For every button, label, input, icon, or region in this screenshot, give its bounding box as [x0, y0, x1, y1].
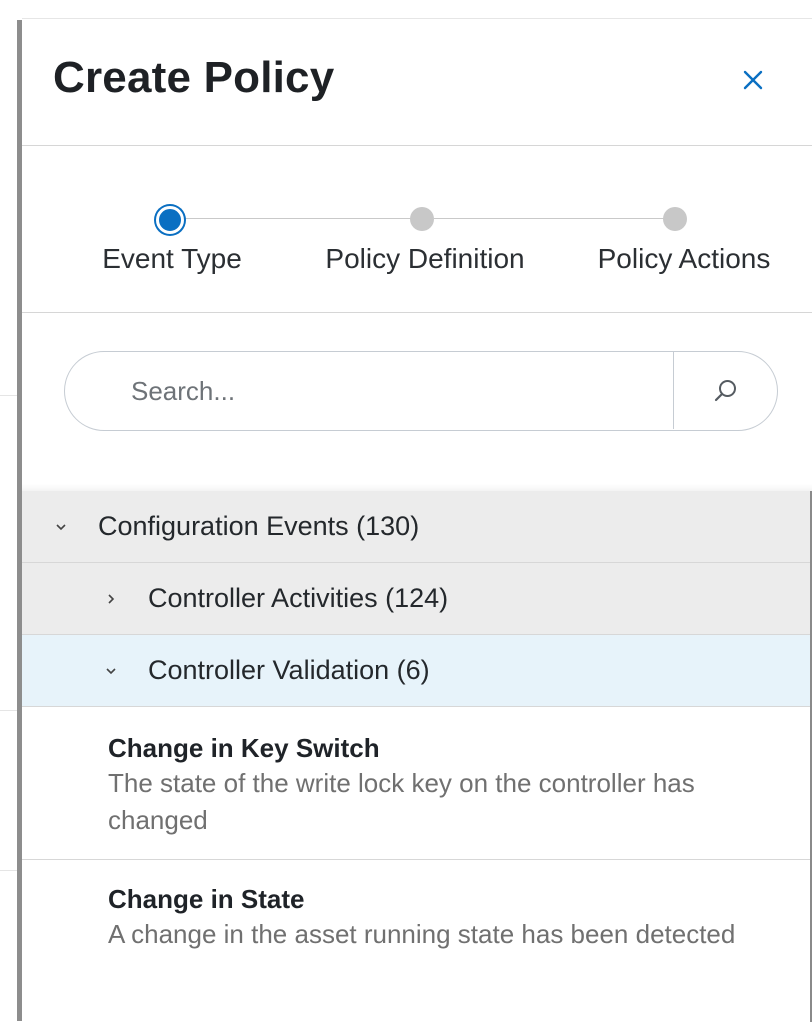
- wizard-stepper: Event Type Policy Definition Policy Acti…: [22, 146, 812, 313]
- chevron-right-icon[interactable]: [102, 590, 120, 608]
- close-button[interactable]: [736, 63, 770, 97]
- backdrop-divider: [0, 870, 18, 871]
- event-item-change-in-state[interactable]: Change in State A change in the asset ru…: [22, 860, 810, 1022]
- close-icon: [743, 70, 763, 90]
- tree-group-label: Configuration Events (130): [98, 511, 420, 541]
- create-policy-drawer: Create Policy Event Type Policy Definiti…: [22, 18, 812, 1022]
- search-box: [64, 351, 778, 431]
- step-label-policy-definition[interactable]: Policy Definition: [325, 243, 524, 275]
- tree-group-controller-activities[interactable]: Controller Activities (124): [22, 563, 810, 635]
- event-title: Change in Key Switch: [108, 733, 380, 763]
- step-connector: [434, 218, 674, 219]
- event-tree: Configuration Events (130) Controller Ac…: [22, 491, 812, 1022]
- event-description: The state of the write lock key on the c…: [108, 768, 695, 835]
- step-label-policy-actions[interactable]: Policy Actions: [598, 243, 771, 275]
- backdrop: [0, 0, 18, 1021]
- backdrop-divider: [0, 395, 18, 396]
- drawer-title: Create Policy: [53, 53, 335, 102]
- search-input[interactable]: [129, 370, 673, 412]
- step-indicator-policy-definition[interactable]: [410, 207, 434, 231]
- tree-group-label: Controller Activities (124): [148, 583, 449, 613]
- tree-group-label: Controller Validation (6): [148, 655, 430, 685]
- tree-group-controller-validation[interactable]: Controller Validation (6): [22, 635, 810, 707]
- event-item-change-in-key-switch[interactable]: Change in Key Switch The state of the wr…: [22, 707, 810, 860]
- step-indicator-policy-actions[interactable]: [663, 207, 687, 231]
- search-button[interactable]: [674, 352, 777, 429]
- step-indicator-event-type[interactable]: [156, 206, 184, 234]
- backdrop-divider: [0, 710, 18, 711]
- chevron-down-icon[interactable]: [52, 518, 70, 536]
- step-connector: [185, 218, 418, 219]
- event-description: A change in the asset running state has …: [108, 919, 736, 949]
- event-title: Change in State: [108, 884, 305, 914]
- tree-group-configuration-events[interactable]: Configuration Events (130): [22, 491, 810, 563]
- drawer-header: Create Policy: [22, 19, 812, 146]
- step-label-event-type[interactable]: Event Type: [102, 243, 242, 275]
- chevron-down-icon[interactable]: [102, 662, 120, 680]
- search-icon: [714, 379, 736, 401]
